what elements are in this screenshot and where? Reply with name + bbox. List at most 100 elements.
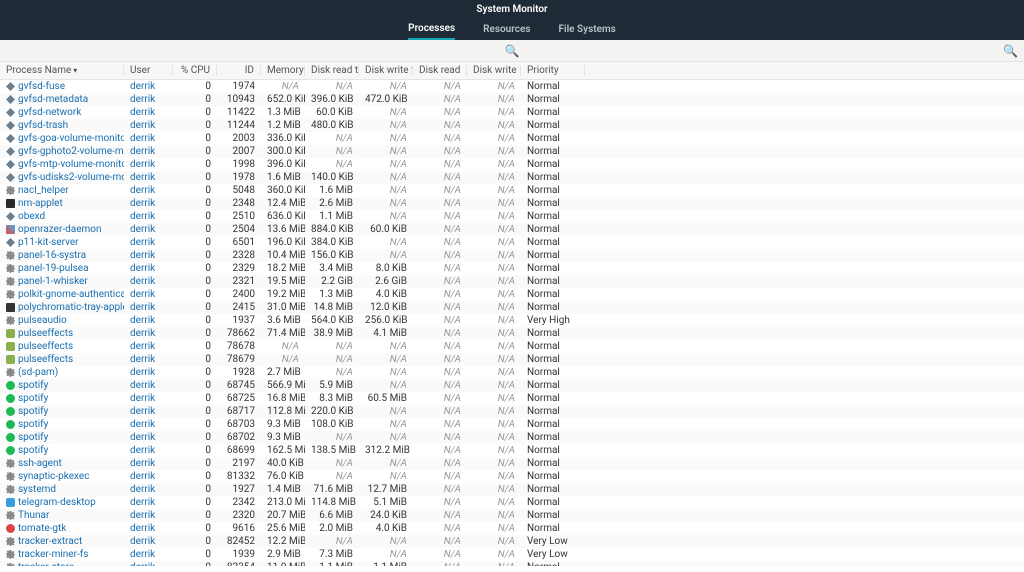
cpu-cell: 0 xyxy=(173,81,217,92)
disk-write-total-cell: 4.1 MiB xyxy=(359,328,413,339)
id-cell: 2320 xyxy=(217,510,261,521)
table-row[interactable]: polychromatic-tray-appletderrik0241531.0… xyxy=(0,301,1024,314)
user-cell: derrik xyxy=(124,523,173,534)
id-cell: 2007 xyxy=(217,146,261,157)
table-row[interactable]: tracker-miner-fsderrik019392.9 MiB7.3 Mi… xyxy=(0,548,1024,561)
table-row[interactable]: gvfsd-trashderrik0112441.2 MiB480.0 KiBN… xyxy=(0,119,1024,132)
table-row[interactable]: (sd-pam)derrik019282.7 MiBN/AN/AN/AN/ANo… xyxy=(0,366,1024,379)
process-name-cell: panel-1-whisker xyxy=(0,276,124,287)
tab-resources[interactable]: Resources xyxy=(483,20,530,39)
table-row[interactable]: gvfsd-metadataderrik010943652.0 KiB396.0… xyxy=(0,93,1024,106)
search-icon-corner[interactable]: 🔍 xyxy=(1003,44,1018,58)
search-bar[interactable]: 🔍 🔍 xyxy=(0,40,1024,62)
cpu-cell: 0 xyxy=(173,445,217,456)
table-row[interactable]: gvfs-gphoto2-volume-monitorderrik0200730… xyxy=(0,145,1024,158)
process-name-cell: polychromatic-tray-applet xyxy=(0,302,124,313)
disk-read-cell: N/A xyxy=(413,224,467,235)
table-row[interactable]: tracker-storederrik08235411.9 MiB1.1 MiB… xyxy=(0,561,1024,566)
process-icon xyxy=(6,446,15,455)
disk-write-cell: N/A xyxy=(467,263,521,274)
table-row[interactable]: panel-1-whiskerderrik0232119.5 MiB2.2 Gi… xyxy=(0,275,1024,288)
table-row[interactable]: gvfsd-networkderrik0114221.3 MiB60.0 KiB… xyxy=(0,106,1024,119)
col-memory[interactable]: Memory xyxy=(261,65,305,76)
col-process-name[interactable]: Process Name▾ xyxy=(0,65,124,76)
id-cell: 2329 xyxy=(217,263,261,274)
col-id[interactable]: ID xyxy=(217,65,261,76)
disk-read-total-cell: N/A xyxy=(305,367,359,378)
process-name: tracker-miner-fs xyxy=(18,549,88,560)
priority-cell: Normal xyxy=(521,198,585,209)
table-row[interactable]: pulseeffectsderrik078679N/AN/AN/AN/AN/AN… xyxy=(0,353,1024,366)
table-row[interactable]: spotifyderrik068717112.8 MiB220.0 KiBN/A… xyxy=(0,405,1024,418)
disk-write-total-cell: N/A xyxy=(359,81,413,92)
tab-processes[interactable]: Processes xyxy=(408,19,455,40)
table-row[interactable]: tomate-gtkderrik0961625.6 MiB2.0 MiB4.0 … xyxy=(0,522,1024,535)
disk-read-cell: N/A xyxy=(413,536,467,547)
table-row[interactable]: gvfs-goa-volume-monitorderrik02003336.0 … xyxy=(0,132,1024,145)
id-cell: 68725 xyxy=(217,393,261,404)
table-row[interactable]: nm-appletderrik0234812.4 MiB2.6 MiBN/AN/… xyxy=(0,197,1024,210)
disk-write-total-cell: 4.0 KiB xyxy=(359,523,413,534)
cpu-cell: 0 xyxy=(173,549,217,560)
disk-write-cell: N/A xyxy=(467,510,521,521)
disk-write-cell: N/A xyxy=(467,471,521,482)
disk-read-total-cell: 114.8 MiB xyxy=(305,497,359,508)
disk-write-total-cell: N/A xyxy=(359,198,413,209)
disk-write-cell: N/A xyxy=(467,432,521,443)
process-icon xyxy=(6,95,15,104)
table-row[interactable]: gvfsd-fusederrik01974N/AN/AN/AN/AN/ANorm… xyxy=(0,80,1024,93)
table-row[interactable]: ssh-agentderrik0219740.0 KiBN/AN/AN/AN/A… xyxy=(0,457,1024,470)
user-cell: derrik xyxy=(124,276,173,287)
table-row[interactable]: gvfs-udisks2-volume-monitorderrik019781.… xyxy=(0,171,1024,184)
disk-write-total-cell: N/A xyxy=(359,536,413,547)
col-disk-write-total[interactable]: Disk write total xyxy=(359,65,413,76)
table-row[interactable]: spotifyderrik0687039.3 MiB108.0 KiBN/AN/… xyxy=(0,418,1024,431)
col-disk-write[interactable]: Disk write xyxy=(467,65,521,76)
disk-write-total-cell: 256.0 KiB xyxy=(359,315,413,326)
disk-write-cell: N/A xyxy=(467,341,521,352)
col-user[interactable]: User xyxy=(124,65,173,76)
table-row[interactable]: panel-16-systraderrik0232810.4 MiB156.0 … xyxy=(0,249,1024,262)
table-row[interactable]: obexdderrik02510636.0 KiB1.1 MiBN/AN/AN/… xyxy=(0,210,1024,223)
col-disk-read-total[interactable]: Disk read total xyxy=(305,65,359,76)
table-row[interactable]: spotifyderrik06872516.8 MiB8.3 MiB60.5 M… xyxy=(0,392,1024,405)
table-row[interactable]: telegram-desktopderrik02342213.0 MiB114.… xyxy=(0,496,1024,509)
table-row[interactable]: pulseeffectsderrik078678N/AN/AN/AN/AN/AN… xyxy=(0,340,1024,353)
table-row[interactable]: panel-19-pulseaderrik0232918.2 MiB3.4 Mi… xyxy=(0,262,1024,275)
process-name-cell: telegram-desktop xyxy=(0,497,124,508)
table-row[interactable]: spotifyderrik068745566.9 MiB5.9 MiBN/AN/… xyxy=(0,379,1024,392)
memory-cell: 360.0 KiB xyxy=(261,185,305,196)
table-row[interactable]: pulseaudioderrik019373.6 MiB564.0 KiB256… xyxy=(0,314,1024,327)
priority-cell: Normal xyxy=(521,302,585,313)
col-disk-read[interactable]: Disk read xyxy=(413,65,467,76)
tab-filesystems[interactable]: File Systems xyxy=(558,20,615,39)
disk-read-total-cell: 60.0 KiB xyxy=(305,107,359,118)
table-row[interactable]: synaptic-pkexecderrik08133276.0 KiBN/AN/… xyxy=(0,470,1024,483)
process-icon xyxy=(6,82,15,91)
table-row[interactable]: pulseeffectsderrik07866271.4 MiB38.9 MiB… xyxy=(0,327,1024,340)
table-row[interactable]: p11-kit-serverderrik06501196.0 KiB384.0 … xyxy=(0,236,1024,249)
process-name-cell: gvfs-mtp-volume-monitor xyxy=(0,159,124,170)
cpu-cell: 0 xyxy=(173,562,217,566)
table-row[interactable]: spotifyderrik068699162.5 MiB138.5 MiB312… xyxy=(0,444,1024,457)
table-row[interactable]: polkit-gnome-authentication-agent-1derri… xyxy=(0,288,1024,301)
process-name-cell: p11-kit-server xyxy=(0,237,124,248)
id-cell: 78662 xyxy=(217,328,261,339)
user-cell: derrik xyxy=(124,224,173,235)
table-row[interactable]: nacl_helperderrik05048360.0 KiB1.6 MiBN/… xyxy=(0,184,1024,197)
cpu-cell: 0 xyxy=(173,393,217,404)
table-row[interactable]: systemdderrik019271.4 MiB71.6 MiB12.7 Mi… xyxy=(0,483,1024,496)
cpu-cell: 0 xyxy=(173,328,217,339)
disk-read-total-cell: N/A xyxy=(305,458,359,469)
table-row[interactable]: gvfs-mtp-volume-monitorderrik01998396.0 … xyxy=(0,158,1024,171)
process-icon xyxy=(6,251,15,260)
process-icon xyxy=(6,433,15,442)
table-row[interactable]: spotifyderrik0687029.3 MiBN/AN/AN/AN/ANo… xyxy=(0,431,1024,444)
table-row[interactable]: Thunarderrik0232020.7 MiB6.6 MiB24.0 KiB… xyxy=(0,509,1024,522)
col-priority[interactable]: Priority xyxy=(521,65,585,76)
table-row[interactable]: tracker-extractderrik08245212.2 MiBN/AN/… xyxy=(0,535,1024,548)
user-cell: derrik xyxy=(124,107,173,118)
col-cpu[interactable]: % CPU xyxy=(173,65,217,76)
cpu-cell: 0 xyxy=(173,94,217,105)
table-row[interactable]: openrazer-daemonderrik0250413.6 MiB884.0… xyxy=(0,223,1024,236)
